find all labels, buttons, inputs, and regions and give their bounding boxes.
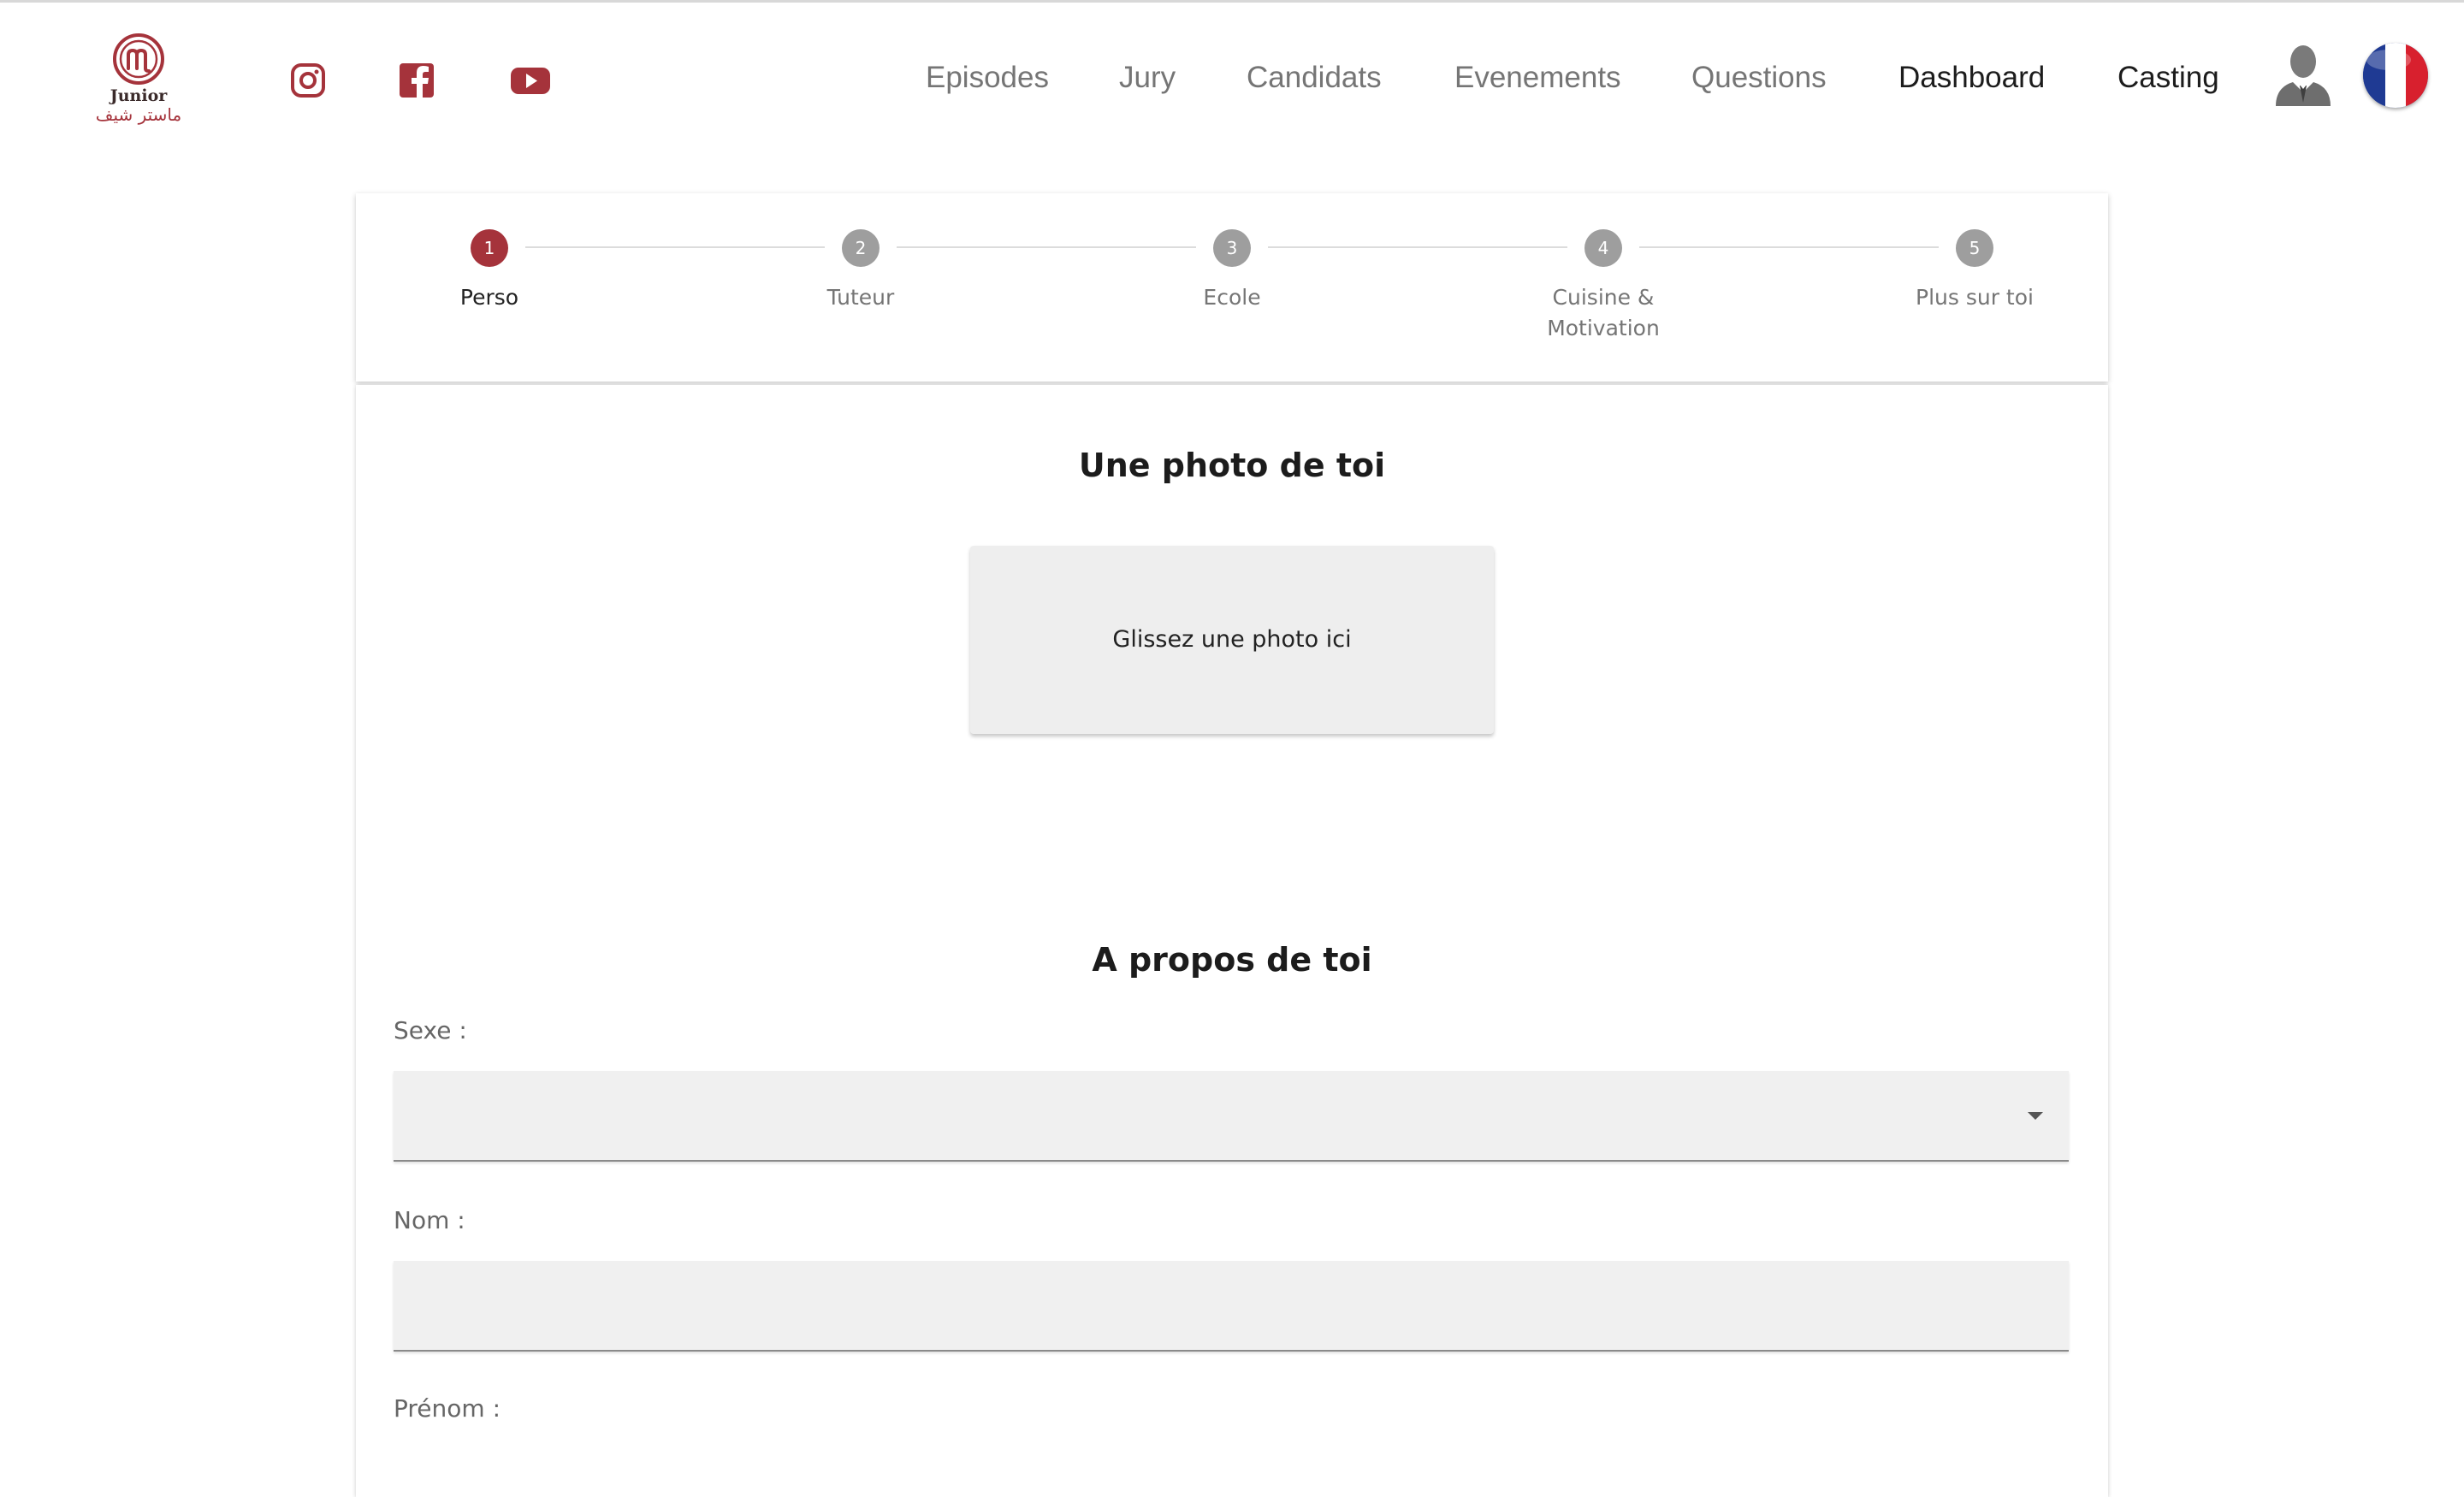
nav-questions[interactable]: Questions	[1691, 56, 1827, 99]
step-2-number[interactable]: 2	[842, 229, 880, 267]
instagram-icon	[291, 63, 325, 98]
masterchef-logo-icon	[113, 33, 164, 85]
nav-evenements[interactable]: Evenements	[1454, 56, 1621, 99]
photo-dropzone[interactable]: Glissez une photo ici	[970, 546, 1494, 734]
photo-section-title: Une photo de toi	[1078, 447, 1386, 484]
step-4-label[interactable]: Cuisine & Motivation	[1492, 282, 1715, 344]
sexe-label: Sexe :	[394, 1016, 467, 1044]
facebook-link[interactable]	[398, 62, 435, 99]
prenom-label: Prénom :	[394, 1394, 501, 1423]
stepper-connector	[897, 246, 1196, 248]
french-flag-icon	[2363, 43, 2428, 108]
stepper-connector	[525, 246, 825, 248]
about-section-title: A propos de toi	[1092, 941, 1372, 979]
chevron-down-icon	[2028, 1112, 2043, 1120]
step-5-number[interactable]: 5	[1956, 229, 1993, 267]
masterchef-junior-logo[interactable]: Junior ماستر شيف	[89, 33, 188, 127]
step-1-number[interactable]: 1	[471, 229, 508, 267]
language-selector[interactable]	[2363, 43, 2428, 108]
sexe-select[interactable]	[394, 1071, 2069, 1162]
step-5-label[interactable]: Plus sur toi	[1863, 282, 2086, 313]
facebook-icon	[400, 63, 434, 98]
step-3-number[interactable]: 3	[1213, 229, 1251, 267]
user-avatar-icon	[2276, 45, 2331, 106]
step-1-label[interactable]: Perso	[378, 282, 601, 313]
step-3-label[interactable]: Ecole	[1121, 282, 1343, 313]
youtube-icon	[511, 68, 550, 94]
nav-candidats[interactable]: Candidats	[1247, 56, 1382, 99]
instagram-link[interactable]	[289, 62, 327, 99]
nav-episodes[interactable]: Episodes	[926, 56, 1049, 99]
stepper-card: 1 Perso 2 Tuteur 3 Ecole 4 Cuisine & Mot…	[356, 193, 2108, 382]
stepper-connector	[1268, 246, 1567, 248]
form-card: Une photo de toi Glissez une photo ici A…	[356, 385, 2108, 1497]
stepper-connector	[1639, 246, 1939, 248]
step-4-number[interactable]: 4	[1584, 229, 1622, 267]
user-menu-button[interactable]	[2274, 43, 2332, 106]
nav-casting[interactable]: Casting	[2118, 56, 2219, 99]
youtube-link[interactable]	[510, 62, 551, 99]
nom-label: Nom :	[394, 1206, 465, 1234]
logo-junior-text: Junior	[110, 86, 168, 105]
step-2-label[interactable]: Tuteur	[749, 282, 972, 313]
logo-arabic-text: ماستر شيف	[95, 104, 182, 125]
nom-field[interactable]	[394, 1261, 2069, 1352]
top-border	[0, 0, 2464, 3]
nav-dashboard[interactable]: Dashboard	[1898, 56, 2045, 99]
nav-jury[interactable]: Jury	[1119, 56, 1176, 99]
